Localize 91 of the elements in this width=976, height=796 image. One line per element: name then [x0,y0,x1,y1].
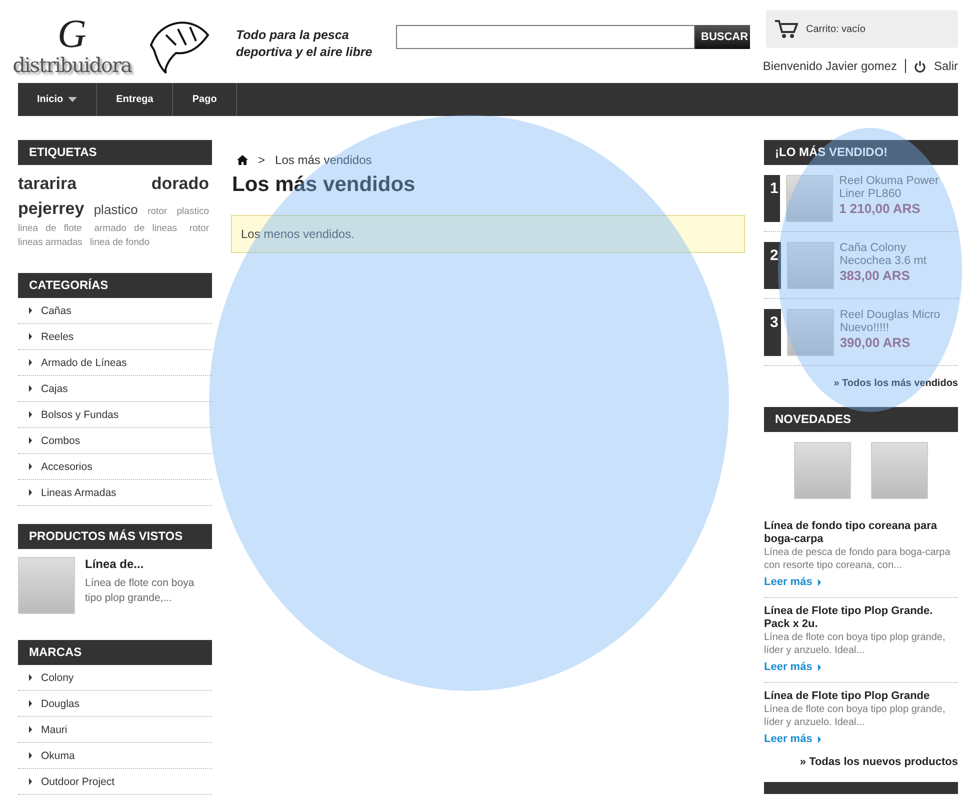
arrow-icon [29,752,32,759]
nav-link[interactable]: Pago [173,83,237,116]
box-title: ETIQUETAS [18,140,212,165]
box-title: ¡LO MÁS VENDIDO! [764,140,958,165]
category-link[interactable]: Cañas [18,298,212,324]
arrow-icon [29,726,32,733]
tag-link[interactable]: pejerrey [18,199,84,218]
photo-placeholder[interactable] [786,242,834,289]
cart-panel[interactable]: Carrito: vacío [766,10,958,48]
cart-label: Carrito: vacío [806,24,866,34]
arrow-icon [818,736,822,742]
arrow-icon [818,578,822,586]
photo-placeholder[interactable] [794,442,851,499]
arrow-icon [29,359,32,366]
tag-link[interactable]: armado de lineas [94,223,178,234]
logo-letter: G [58,14,86,54]
product-name[interactable]: Línea de Flote tipo Plop Grande [764,690,958,703]
product-price: 1 210,00 ARS [839,201,922,216]
product-price: 390,00 ARS [840,335,912,350]
arrow-icon [818,664,822,670]
welcome-text: Bienvenido Javier gomez [762,59,897,73]
category-link[interactable]: Lineas Armadas [18,480,212,506]
cart-icon [774,19,798,39]
tag-link[interactable]: rotor [148,206,168,217]
arrow-icon [29,307,32,314]
category-link[interactable]: Bolsos y Fundas [18,402,212,428]
all-new-products-link[interactable]: » Todas los nuevos productos [764,756,958,768]
arrow-icon [29,385,32,392]
tag-link[interactable]: plastico [176,206,209,217]
category-link[interactable]: Outdoor Project [18,769,212,795]
home-icon[interactable] [237,155,248,165]
power-icon [914,60,926,72]
tag-link[interactable]: rotor [189,223,210,234]
category-link[interactable]: Reeles [18,324,212,350]
tag-link[interactable]: dorado [151,174,209,193]
rank-number: 1 [764,175,780,222]
box-title: CATEGORÍAS [18,273,212,298]
tag-link[interactable]: linea de fondo [90,237,150,248]
page-title: Los más vendidos [232,173,416,197]
read-more-link[interactable]: Leer más [764,661,822,673]
breadcrumb-separator: > [258,153,266,167]
category-link[interactable]: Armado de Líneas [18,350,212,376]
rank-number: 3 [764,309,781,356]
search-field[interactable] [396,25,695,49]
breadcrumb-current: Los más vendidos [275,153,372,167]
arrow-icon [29,674,32,681]
product-description: Línea de flote con boya tipo plop grande, líder y anzuelo. Ideal... [764,703,946,729]
nav-link[interactable]: Inicio [18,83,98,116]
notice-message: Los menos vendidos. [231,215,745,253]
category-link[interactable]: Accesorios [18,454,212,480]
arrow-icon [29,778,32,785]
category-link[interactable]: Mauri [18,717,212,743]
product-description: Línea de flote con boya tipo plop grande,... [85,576,196,606]
box-title: NOVEDADES [764,407,958,432]
tag-link[interactable]: lineas armadas [18,237,82,248]
box-title: MARCAS [18,640,212,665]
tag-link[interactable]: tararira [18,174,77,193]
rank-number: 2 [764,242,781,289]
product-name[interactable]: Línea de... [85,557,212,571]
read-more-link[interactable]: Leer más [764,576,822,588]
logout-link[interactable]: Salir [934,59,958,73]
product-description: Línea de pesca de fondo para boga-carpa con resorte tipo coreana, con... [764,546,952,572]
arrow-icon [29,437,32,444]
nav-link[interactable]: Entrega [97,83,174,116]
photo-placeholder[interactable] [18,557,75,614]
arrow-icon [29,333,32,340]
category-link[interactable]: Douglas [18,691,212,717]
product-name[interactable]: Línea de fondo tipo coreana para boga-carpa [764,520,958,546]
arrow-icon [29,489,32,496]
photo-placeholder[interactable] [786,175,834,222]
logo-text: distribuidora [12,54,132,76]
photo-placeholder[interactable] [871,442,928,499]
box-title: PRODUCTOS MÁS VISTOS [18,524,212,549]
search-button[interactable]: BUSCAR [695,25,750,49]
all-bestsellers-link[interactable]: » Todos los más vendidos [764,378,958,389]
product-price: 383,00 ARS [840,268,911,283]
category-link[interactable]: Cajas [18,376,212,402]
photo-placeholder[interactable] [786,309,834,356]
arrow-icon [29,700,32,707]
category-link[interactable]: Colony [18,665,212,691]
product-description: Línea de flote con boya tipo plop grande, líder y anzuelo. Ideal... [764,631,946,657]
arrow-icon [29,411,32,418]
tagline: Todo para la pesca deportiva y el aire libre [236,27,374,61]
arrow-icon [29,463,32,470]
category-link[interactable]: Combos [18,428,212,454]
category-link[interactable]: Okuma [18,743,212,769]
caret-icon [68,97,78,102]
tag-link[interactable]: linea de flote [18,223,82,234]
tag-link[interactable]: plastico [94,202,138,217]
read-more-link[interactable]: Leer más [764,733,822,745]
product-name[interactable]: Línea de Flote tipo Plop Grande. Pack x 2u. [764,605,958,631]
